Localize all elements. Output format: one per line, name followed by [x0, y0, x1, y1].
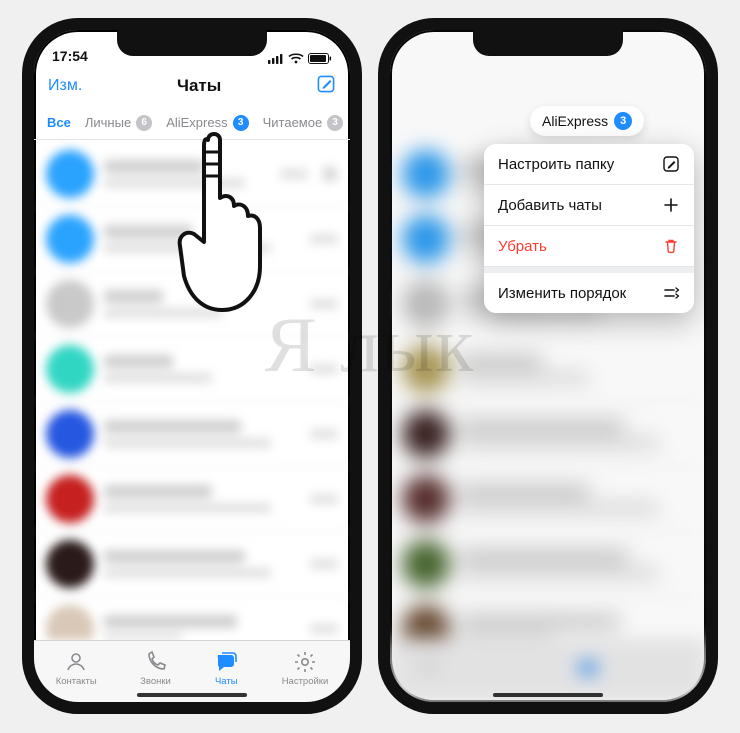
- status-time: 17:54: [52, 48, 88, 64]
- filter-tab-label: Все: [47, 115, 71, 130]
- folder-context-menu: Настроить папку Добавить чаты Убрать Изм…: [484, 144, 694, 313]
- phone-left: 17:54 Изм. Чаты Все Л: [22, 18, 362, 714]
- folder-chip-label: AliExpress: [542, 113, 608, 129]
- notch: [117, 28, 267, 56]
- filter-tab-label: Читаемое: [263, 115, 323, 130]
- home-indicator: [137, 693, 247, 697]
- chats-icon: [214, 650, 238, 674]
- filter-tab-readable[interactable]: Читаемое 3: [260, 111, 347, 135]
- tab-settings[interactable]: Настройки: [282, 650, 329, 687]
- tab-label: Контакты: [56, 676, 97, 687]
- filter-tab-label: Личные: [85, 115, 131, 130]
- wifi-icon: [288, 53, 304, 64]
- filter-tab-count: 6: [136, 115, 152, 131]
- chat-row[interactable]: [34, 207, 350, 272]
- trash-icon: [662, 237, 680, 255]
- menu-item-label: Добавить чаты: [498, 197, 602, 214]
- notch: [473, 28, 623, 56]
- chat-row[interactable]: [34, 337, 350, 402]
- menu-item-label: Настроить папку: [498, 156, 614, 173]
- tab-label: Звонки: [140, 676, 171, 687]
- phone-right: AliExpress 3 Настроить папку Добавить ча…: [378, 18, 718, 714]
- filter-tab-all[interactable]: Все: [44, 111, 74, 134]
- tab-chats[interactable]: Чаты: [214, 650, 238, 687]
- signal-icon: [268, 53, 284, 64]
- tab-contacts[interactable]: Контакты: [56, 650, 97, 687]
- nav-bar: Изм. Чаты: [34, 66, 350, 106]
- filter-tab-personal[interactable]: Личные 6: [82, 111, 155, 135]
- menu-item-label: Убрать: [498, 238, 547, 255]
- filter-bar: Все Личные 6 AliExpress 3 Читаемое 3: [34, 106, 350, 140]
- gear-icon: [293, 650, 317, 674]
- tab-label: Настройки: [282, 676, 329, 687]
- chat-row[interactable]: [34, 467, 350, 532]
- menu-item-reorder[interactable]: Изменить порядок: [484, 267, 694, 313]
- page-title: Чаты: [177, 76, 221, 96]
- tab-label: Чаты: [215, 676, 238, 687]
- menu-item-configure-folder[interactable]: Настроить папку: [484, 144, 694, 185]
- chat-row[interactable]: [34, 532, 350, 597]
- chat-row[interactable]: [34, 272, 350, 337]
- tab-calls[interactable]: Звонки: [140, 650, 171, 687]
- phone-icon: [144, 650, 168, 674]
- menu-item-remove[interactable]: Убрать: [484, 226, 694, 267]
- compose-button[interactable]: [316, 74, 336, 99]
- menu-item-label: Изменить порядок: [498, 285, 626, 302]
- menu-item-add-chats[interactable]: Добавить чаты: [484, 185, 694, 226]
- folder-chip-aliexpress[interactable]: AliExpress 3: [530, 106, 644, 136]
- chat-row[interactable]: [34, 142, 350, 207]
- battery-icon: [308, 53, 332, 64]
- filter-tab-count: 3: [233, 115, 249, 131]
- compose-icon: [662, 155, 680, 173]
- reorder-icon: [662, 284, 680, 302]
- chat-list[interactable]: [34, 142, 350, 640]
- chat-row[interactable]: [34, 402, 350, 467]
- filter-tab-aliexpress[interactable]: AliExpress 3: [163, 111, 251, 135]
- chat-row[interactable]: [34, 597, 350, 640]
- edit-button[interactable]: Изм.: [48, 77, 82, 95]
- filter-tab-label: AliExpress: [166, 115, 227, 130]
- compose-icon: [316, 74, 336, 94]
- folder-chip-count: 3: [614, 112, 632, 130]
- contacts-icon: [64, 650, 88, 674]
- filter-tab-count: 3: [327, 115, 343, 131]
- home-indicator: [493, 693, 603, 697]
- plus-icon: [662, 196, 680, 214]
